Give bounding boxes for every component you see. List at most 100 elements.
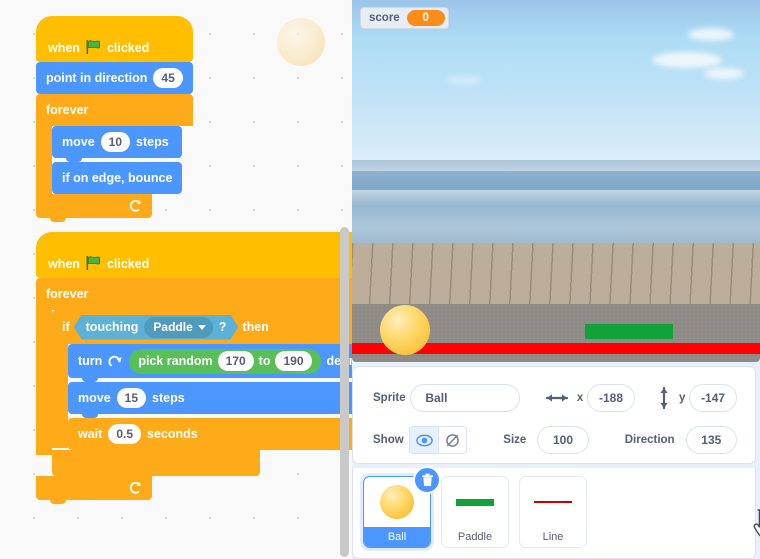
block-touching-sprite[interactable]: touching Paddle ? <box>74 315 239 340</box>
block-forever-2[interactable]: forever if touching Paddle ? then turn p… <box>36 278 352 504</box>
sprite-card-paddle[interactable]: Paddle <box>441 476 509 548</box>
forever-bottom-2 <box>36 476 152 504</box>
stage[interactable]: score 0 <box>352 0 760 362</box>
point-in-direction-label: point in direction <box>46 70 148 85</box>
show-label: Show <box>373 434 404 446</box>
move-steps-input-2[interactable]: 15 <box>116 388 147 408</box>
sprite-ball-on-stage[interactable] <box>380 305 430 355</box>
wait-seconds-input[interactable]: 0.5 <box>108 424 141 444</box>
block-forever-1[interactable]: forever move 10 steps if on edge, bounce <box>36 94 193 222</box>
seconds-label: seconds <box>147 426 198 441</box>
forever-label-row-2: forever <box>36 278 352 310</box>
sprite-name-input[interactable]: Ball <box>410 384 520 412</box>
x-axis-arrow-icon <box>545 392 568 404</box>
wait-label: wait <box>78 426 103 441</box>
steps-label: steps <box>152 390 185 405</box>
show-toggle-group[interactable] <box>409 426 468 454</box>
code-canvas[interactable]: when clicked point in direction 45 forev… <box>0 0 352 559</box>
stage-deck-planks <box>352 243 760 304</box>
direction-input[interactable]: 135 <box>685 426 738 454</box>
sprite-info-row-2: Show Size 100 Direction 135 <box>373 423 738 457</box>
forever-arm-2 <box>36 310 52 455</box>
script-stack-2[interactable]: when clicked forever if touching Paddle … <box>36 232 352 504</box>
touching-target-dropdown[interactable]: Paddle <box>144 317 212 338</box>
sprite-card-label: Line <box>542 531 564 543</box>
stage-and-sprites-column: score 0 Sprite Ball x -188 y -147 Show S… <box>352 0 760 559</box>
forever-label-row: forever <box>36 94 193 126</box>
sprite-paddle-on-stage[interactable] <box>585 324 673 339</box>
size-label: Size <box>503 434 527 446</box>
stage-ocean <box>352 171 760 243</box>
block-when-flag-clicked-2[interactable]: when clicked <box>36 232 352 282</box>
if-arm <box>52 344 68 448</box>
green-flag-icon <box>86 256 101 270</box>
block-if-on-edge-bounce[interactable]: if on edge, bounce <box>52 162 183 198</box>
sprite-card-label: Paddle <box>457 531 493 543</box>
cloud-shape <box>688 28 734 41</box>
sprite-info-row-1: Sprite Ball x -188 y -147 <box>373 381 738 415</box>
block-turn-degrees[interactable]: turn pick random 170 to 190 <box>68 344 352 382</box>
if-label: if <box>62 320 70 334</box>
size-input[interactable]: 100 <box>537 426 589 454</box>
score-monitor-label: score <box>369 12 400 24</box>
y-position-input[interactable]: -147 <box>689 384 738 412</box>
pick-random-to-input[interactable]: 190 <box>275 351 312 371</box>
if-on-edge-bounce-label: if on edge, bounce <box>62 170 173 185</box>
show-hidden-button[interactable] <box>438 427 466 453</box>
sprite-card-label: Ball <box>364 527 430 547</box>
show-visible-button[interactable] <box>410 427 439 453</box>
move-label: move <box>62 134 95 149</box>
script-stack-1[interactable]: when clicked point in direction 45 forev… <box>36 16 193 222</box>
paddle-thumb <box>442 477 508 527</box>
forever-label: forever <box>46 103 89 117</box>
ball-drag-ghost <box>277 18 325 66</box>
delete-icon[interactable] <box>415 468 439 492</box>
clicked-label: clicked <box>106 256 150 271</box>
loop-arrow-icon <box>127 199 142 214</box>
move-label: move <box>78 390 111 405</box>
y-label: y <box>678 392 686 404</box>
loop-arrow-icon <box>127 481 142 496</box>
when-label: when <box>48 40 80 55</box>
sprite-name-label: Sprite <box>373 392 406 404</box>
forever-label: forever <box>46 287 89 301</box>
sprite-selector[interactable]: Ball Paddle Line <box>352 468 756 559</box>
scratch-editor: when clicked point in direction 45 forev… <box>0 0 760 559</box>
block-point-in-direction[interactable]: point in direction 45 <box>36 62 193 98</box>
sprite-card-line[interactable]: Line <box>519 476 587 548</box>
turn-label: turn <box>78 353 103 368</box>
forever-bottom-1 <box>36 194 152 222</box>
if-condition-row: if touching Paddle ? then <box>52 310 352 344</box>
cloud-shape <box>704 68 744 79</box>
block-pick-random[interactable]: pick random 170 to 190 <box>129 348 321 374</box>
then-label: then <box>242 320 269 334</box>
clicked-label: clicked <box>106 40 150 55</box>
cloud-shape <box>652 52 722 68</box>
move-steps-input[interactable]: 10 <box>100 132 131 152</box>
question-mark-label: ? <box>218 320 227 334</box>
y-axis-arrow-icon <box>658 387 670 409</box>
score-monitor-value: 0 <box>406 10 445 26</box>
block-if-then[interactable]: if touching Paddle ? then turn pick rand… <box>52 310 352 480</box>
block-move-steps-1[interactable]: move 10 steps <box>52 126 183 162</box>
chevron-down-icon <box>198 325 206 330</box>
pick-random-from-input[interactable]: 170 <box>217 351 254 371</box>
touching-label: touching <box>85 320 139 334</box>
direction-label: Direction <box>624 434 675 446</box>
line-thumb <box>520 477 586 527</box>
x-position-input[interactable]: -188 <box>587 384 635 412</box>
block-move-steps-2[interactable]: move 15 steps <box>68 382 352 418</box>
score-monitor[interactable]: score 0 <box>360 7 449 29</box>
stage-surf-line <box>352 190 760 206</box>
block-wait-seconds[interactable]: wait 0.5 seconds <box>68 418 352 454</box>
steps-label: steps <box>136 134 169 149</box>
code-canvas-scrollbar[interactable] <box>340 227 349 557</box>
to-label: to <box>258 353 271 368</box>
block-when-flag-clicked[interactable]: when clicked <box>36 16 193 66</box>
cloud-shape <box>446 76 482 84</box>
touching-target-value: Paddle <box>153 320 193 334</box>
green-flag-icon <box>86 40 101 54</box>
forever-arm <box>36 126 52 194</box>
sprite-card-ball[interactable]: Ball <box>363 468 439 548</box>
direction-input[interactable]: 45 <box>153 68 183 88</box>
